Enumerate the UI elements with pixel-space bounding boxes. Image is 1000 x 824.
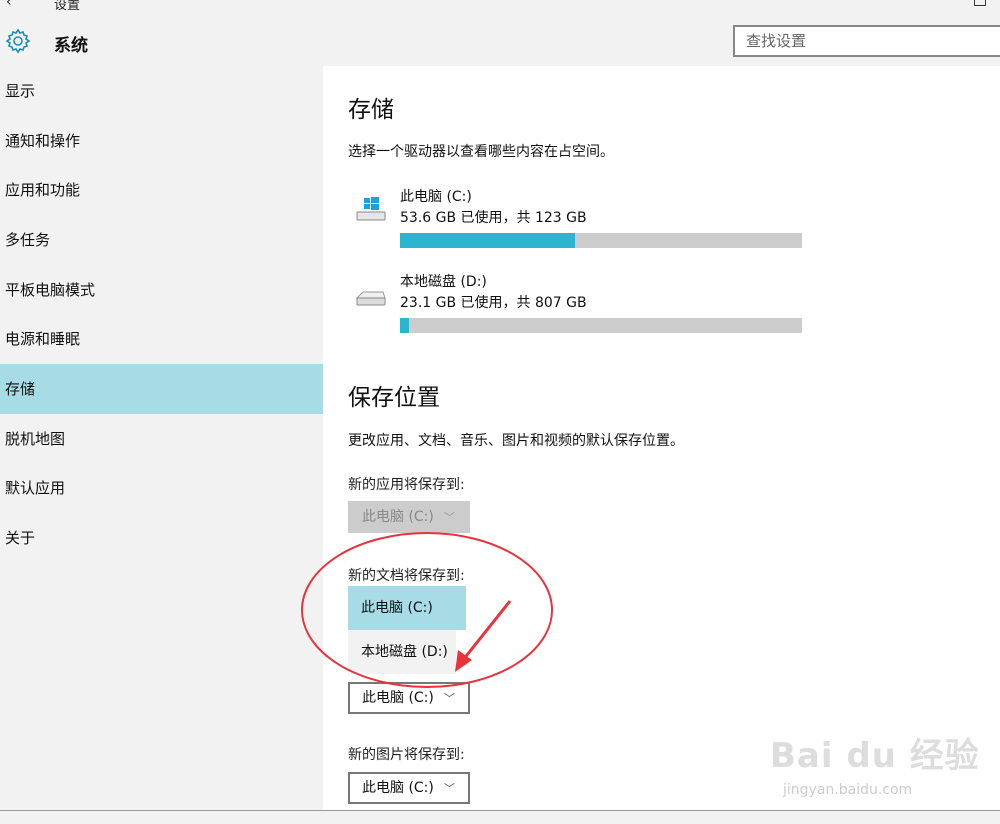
sidebar-item-about[interactable]: 关于 [0, 513, 323, 563]
chevron-down-icon: ﹀ [443, 692, 455, 705]
pictures-save-label: 新的图片将保存到: [348, 747, 465, 763]
sidebar-item-power[interactable]: 电源和睡眠 [0, 314, 323, 364]
sidebar-item-display[interactable]: 显示 [0, 66, 323, 116]
watermark-url: jingyan.baidu.com [783, 782, 913, 798]
sidebar-item-notifications[interactable]: 通知和操作 [0, 116, 323, 166]
sidebar-item-tablet-mode[interactable]: 平板电脑模式 [0, 265, 323, 315]
sidebar: 显示 通知和操作 应用和功能 多任务 平板电脑模式 电源和睡眠 存储 脱机地图 … [0, 66, 323, 810]
storage-description: 选择一个驱动器以查看哪些内容在占空间。 [348, 144, 614, 160]
chevron-down-icon: ﹀ [443, 782, 455, 795]
save-locations-heading: 保存位置 [348, 385, 440, 411]
dropdown-option[interactable]: 本地磁盘 (D:) [348, 630, 456, 674]
drive-name[interactable]: 此电脑 (C:) [400, 186, 472, 206]
storage-heading: 存储 [348, 97, 394, 123]
sidebar-item-storage[interactable]: 存储 [0, 364, 323, 414]
main-content: 存储 选择一个驱动器以查看哪些内容在占空间。 此电脑 (C:) 53.6 GB … [323, 66, 1000, 810]
select-value: 此电脑 (C:) [362, 690, 434, 706]
drive-usage: 53.6 GB 已使用，共 123 GB [400, 210, 587, 226]
documents-save-label: 新的文档将保存到: [348, 568, 465, 584]
music-save-label: ]: [457, 653, 468, 669]
bottom-edge [0, 810, 1000, 824]
save-locations-description: 更改应用、文档、音乐、图片和视频的默认保存位置。 [348, 433, 684, 449]
select-value: 此电脑 (C:) [362, 780, 434, 796]
storage-usage-fill [400, 233, 575, 248]
drive-name[interactable]: 本地磁盘 (D:) [400, 271, 487, 291]
back-button[interactable]: ‹ [6, 0, 12, 10]
storage-usage-bar [400, 318, 802, 333]
sidebar-item-offline-maps[interactable]: 脱机地图 [0, 414, 323, 464]
sidebar-item-default-apps[interactable]: 默认应用 [0, 463, 323, 513]
disk-drive-icon[interactable] [353, 288, 389, 308]
dropdown-option[interactable]: 此电脑 (C:) [348, 586, 466, 630]
select-value: 此电脑 (C:) [362, 509, 434, 525]
maximize-button[interactable] [974, 0, 986, 6]
windows-drive-icon[interactable] [353, 196, 389, 222]
window-title: 设置 [54, 0, 81, 13]
apps-save-label: 新的应用将保存到: [348, 477, 465, 493]
gear-icon [5, 28, 31, 54]
sidebar-item-apps[interactable]: 应用和功能 [0, 165, 323, 215]
storage-usage-fill [400, 318, 409, 333]
title-bar: ‹ 设置 [0, 0, 1000, 14]
storage-usage-bar [400, 233, 802, 248]
pictures-save-select[interactable]: 此电脑 (C:) ﹀ [348, 772, 470, 804]
sidebar-item-multitasking[interactable]: 多任务 [0, 215, 323, 265]
drive-usage: 23.1 GB 已使用，共 807 GB [400, 295, 587, 311]
apps-save-select: 此电脑 (C:) ﹀ [348, 501, 470, 533]
watermark-logo: Bai du 经验 [770, 736, 980, 776]
page-title: 系统 [54, 36, 88, 56]
header: 系统 [0, 14, 1000, 66]
chevron-down-icon: ﹀ [443, 511, 455, 524]
music-save-select[interactable]: 此电脑 (C:) ﹀ [348, 682, 470, 714]
search-input[interactable] [733, 25, 1000, 57]
